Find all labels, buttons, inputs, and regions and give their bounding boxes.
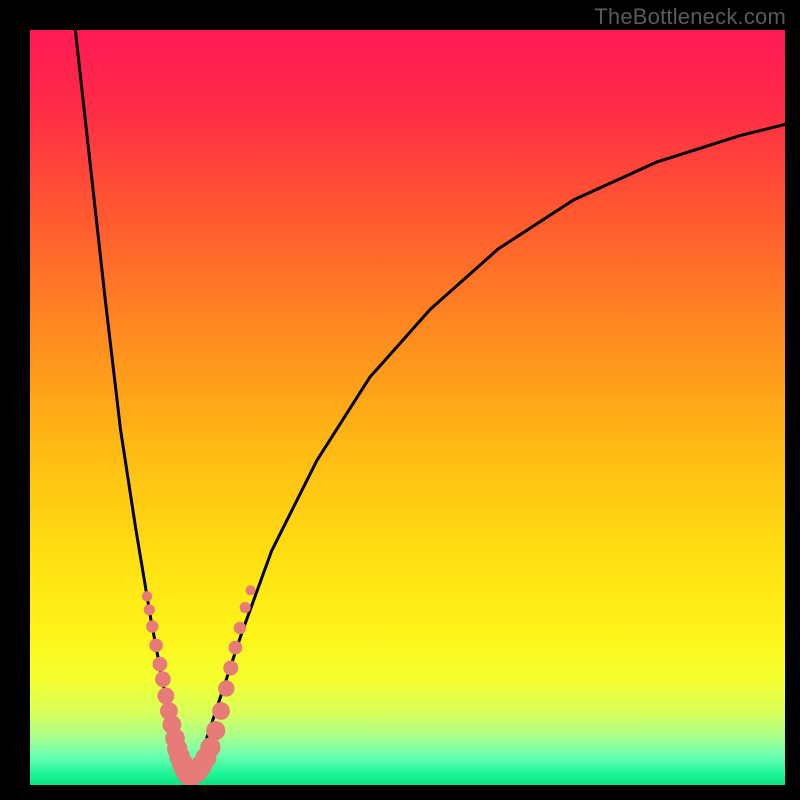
data-marker [229, 641, 243, 655]
data-marker [155, 671, 171, 687]
data-marker [218, 680, 234, 696]
data-marker [223, 661, 238, 676]
curve-layer [75, 30, 785, 785]
marker-layer [142, 585, 256, 785]
watermark-text: TheBottleneck.com [594, 4, 786, 30]
data-marker [149, 639, 163, 653]
curve-left-branch [75, 30, 188, 785]
data-marker [144, 604, 155, 615]
data-marker [240, 602, 251, 613]
data-marker [200, 737, 220, 757]
data-marker [142, 591, 152, 601]
curve-right-branch [189, 124, 786, 785]
plot-area [30, 30, 785, 785]
data-marker [212, 702, 230, 720]
data-marker [234, 622, 246, 634]
data-marker [246, 585, 256, 595]
data-marker [146, 620, 158, 632]
data-marker [206, 721, 225, 740]
data-marker [158, 688, 175, 705]
chart-svg [30, 30, 785, 785]
chart-frame: TheBottleneck.com [0, 0, 800, 800]
data-marker [153, 657, 168, 672]
